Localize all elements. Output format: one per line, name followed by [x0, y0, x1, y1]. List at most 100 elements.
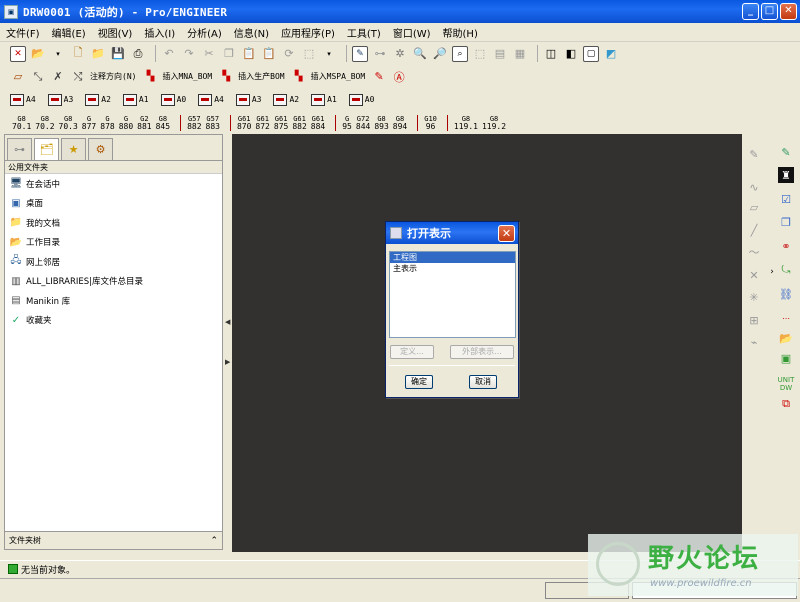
- menu-file[interactable]: 文件(F): [6, 25, 40, 40]
- convert-icon[interactable]: ⧉: [778, 396, 794, 412]
- print-icon[interactable]: ⎙: [130, 46, 146, 62]
- gdt-button[interactable]: G57 882: [187, 115, 201, 131]
- list-item[interactable]: 主表示: [390, 263, 515, 274]
- curve-icon[interactable]: ∿: [746, 179, 762, 195]
- dimension-icon[interactable]: ⤡: [30, 69, 46, 85]
- gdt-button[interactable]: G8 893: [374, 115, 388, 131]
- redo-icon[interactable]: ↷: [181, 46, 197, 62]
- list-item[interactable]: 工程图: [390, 252, 515, 263]
- spline-icon[interactable]: 〜: [746, 244, 762, 260]
- open-icon[interactable]: 📂: [30, 46, 46, 62]
- group-icon[interactable]: ⊞: [746, 312, 762, 328]
- menu-edit[interactable]: 编辑(E): [52, 25, 86, 40]
- gdt-button[interactable]: G 880: [119, 115, 133, 131]
- panel-splitter[interactable]: ◀ ▶: [223, 134, 232, 550]
- close-window-icon[interactable]: ✕: [10, 45, 26, 62]
- folder-tree-toggle[interactable]: 文件夹树 ⌃: [5, 531, 222, 549]
- gdt-button[interactable]: G10 96: [424, 115, 437, 131]
- intersect-icon[interactable]: ✳: [746, 289, 762, 305]
- orient-icon[interactable]: ⬚: [472, 46, 488, 62]
- menu-applications[interactable]: 应用程序(P): [281, 25, 335, 40]
- define-button[interactable]: 定义...: [390, 345, 434, 359]
- link-icon[interactable]: ⛓: [778, 286, 794, 302]
- gdt-button[interactable]: G61 882: [292, 115, 306, 131]
- menu-window[interactable]: 窗口(W): [393, 25, 431, 40]
- note-direction-label[interactable]: 注释方向(N): [90, 71, 136, 82]
- open-folder-icon[interactable]: 📂: [778, 330, 794, 346]
- gdt-button[interactable]: G8 845: [156, 115, 170, 131]
- wireframe-icon[interactable]: ◫: [543, 46, 559, 62]
- representation-list[interactable]: 工程图 主表示: [389, 251, 516, 338]
- dropdown-arrow-icon[interactable]: ▾: [50, 46, 66, 62]
- edit-pen-icon[interactable]: ✎: [778, 144, 794, 160]
- cancel-button[interactable]: 取消: [469, 375, 497, 389]
- gdt-button[interactable]: G8 119.1: [454, 115, 478, 131]
- gdt-button[interactable]: G61 870: [237, 115, 251, 131]
- regenerate-icon[interactable]: ⟳: [281, 46, 297, 62]
- trim-icon[interactable]: ✕: [746, 267, 762, 283]
- folder-item-working-directory[interactable]: 📂 工作目录: [5, 233, 222, 253]
- save-icon[interactable]: 💾: [110, 46, 126, 62]
- menu-insert[interactable]: 插入(I): [144, 25, 175, 40]
- gdt-button[interactable]: G 878: [100, 115, 114, 131]
- gdt-button[interactable]: G8 70.1: [12, 115, 31, 131]
- gdt-button[interactable]: G8 119.2: [482, 115, 506, 131]
- favorites-tab[interactable]: ★: [61, 138, 86, 160]
- folder-item-all-libraries[interactable]: ▥ ALL_LIBRARIES|库文件总目录: [5, 272, 222, 292]
- relations-icon[interactable]: ⚭: [778, 238, 794, 254]
- gdt-button[interactable]: G57 883: [206, 115, 220, 131]
- menu-view[interactable]: 视图(V): [98, 25, 133, 40]
- gdt-button[interactable]: G8 70.2: [35, 115, 54, 131]
- new-icon[interactable]: 🗋: [70, 46, 86, 62]
- plot-a1-button[interactable]: A1: [311, 93, 343, 106]
- expand-right-icon[interactable]: ▶: [225, 358, 230, 366]
- ok-button[interactable]: 确定: [405, 375, 433, 389]
- gdt-button[interactable]: G 95: [342, 115, 352, 131]
- model-tree-tab[interactable]: ⊶: [7, 138, 32, 160]
- gdt-button[interactable]: G61 884: [311, 115, 325, 131]
- print-a0-button[interactable]: A0: [160, 93, 193, 106]
- datum-icon[interactable]: ⊶: [372, 46, 388, 62]
- unit-dw-icon[interactable]: UNIT DW: [776, 374, 796, 394]
- measure-icon[interactable]: ⋯: [778, 310, 794, 326]
- print-a2-button[interactable]: A2: [85, 93, 117, 106]
- menu-help[interactable]: 帮助(H): [443, 25, 478, 40]
- plot-a0-button[interactable]: A0: [348, 93, 381, 106]
- undo-icon[interactable]: ↶: [161, 46, 177, 62]
- maximize-button[interactable]: □: [761, 3, 778, 20]
- no-hidden-icon[interactable]: ▢: [583, 45, 599, 62]
- hidden-line-icon[interactable]: ◧: [563, 46, 579, 62]
- menu-analysis[interactable]: 分析(A): [187, 25, 222, 40]
- insert-bom-icon[interactable]: ▚: [291, 69, 307, 85]
- layers-icon[interactable]: ▦: [512, 46, 528, 62]
- print-a3-button[interactable]: A3: [47, 93, 80, 106]
- pdf-export-icon[interactable]: Ⓐ: [391, 69, 407, 85]
- pdf-edit-icon[interactable]: ✎: [371, 69, 387, 85]
- print-a1-button[interactable]: A1: [122, 93, 155, 106]
- curve-tool-icon[interactable]: ⤿: [778, 262, 794, 278]
- zoom-out-icon[interactable]: 🔎: [432, 46, 448, 62]
- folder-item-manikin[interactable]: ▤ Manikin 库: [5, 291, 222, 311]
- draft-entity-icon[interactable]: ▱: [10, 69, 26, 85]
- ordinate-icon[interactable]: ✗: [50, 69, 66, 85]
- gdt-button[interactable]: G8 894: [393, 115, 407, 131]
- paste-special-icon[interactable]: 📋: [261, 46, 277, 62]
- folder-item-desktop[interactable]: ▣ 桌面: [5, 194, 222, 214]
- gdt-button[interactable]: G8 70.3: [59, 115, 78, 131]
- connections-tab[interactable]: ⚙: [88, 138, 113, 160]
- insert-mna-bom-label[interactable]: 插入MNA_BOM: [162, 71, 212, 82]
- folder-browser-tab[interactable]: 🗂: [34, 138, 59, 160]
- minimize-button[interactable]: _: [742, 3, 759, 20]
- dialog-close-button[interactable]: ✕: [498, 225, 515, 242]
- print-a4-button[interactable]: A4: [10, 93, 42, 106]
- line-icon[interactable]: ╱: [746, 222, 762, 238]
- collapse-left-icon[interactable]: ◀: [225, 318, 230, 326]
- dropdown-arrow-icon[interactable]: ▾: [321, 46, 337, 62]
- gdt-button[interactable]: G72 844: [356, 115, 370, 131]
- folder-item-in-session[interactable]: 🖥 在会话中: [5, 174, 222, 194]
- paste-icon[interactable]: 📋: [241, 46, 257, 62]
- green-box-icon[interactable]: ▣: [778, 350, 794, 366]
- cup-icon[interactable]: ♜: [778, 167, 794, 183]
- gdt-button[interactable]: G61 875: [274, 115, 288, 131]
- chain-icon[interactable]: ⌁: [746, 334, 762, 350]
